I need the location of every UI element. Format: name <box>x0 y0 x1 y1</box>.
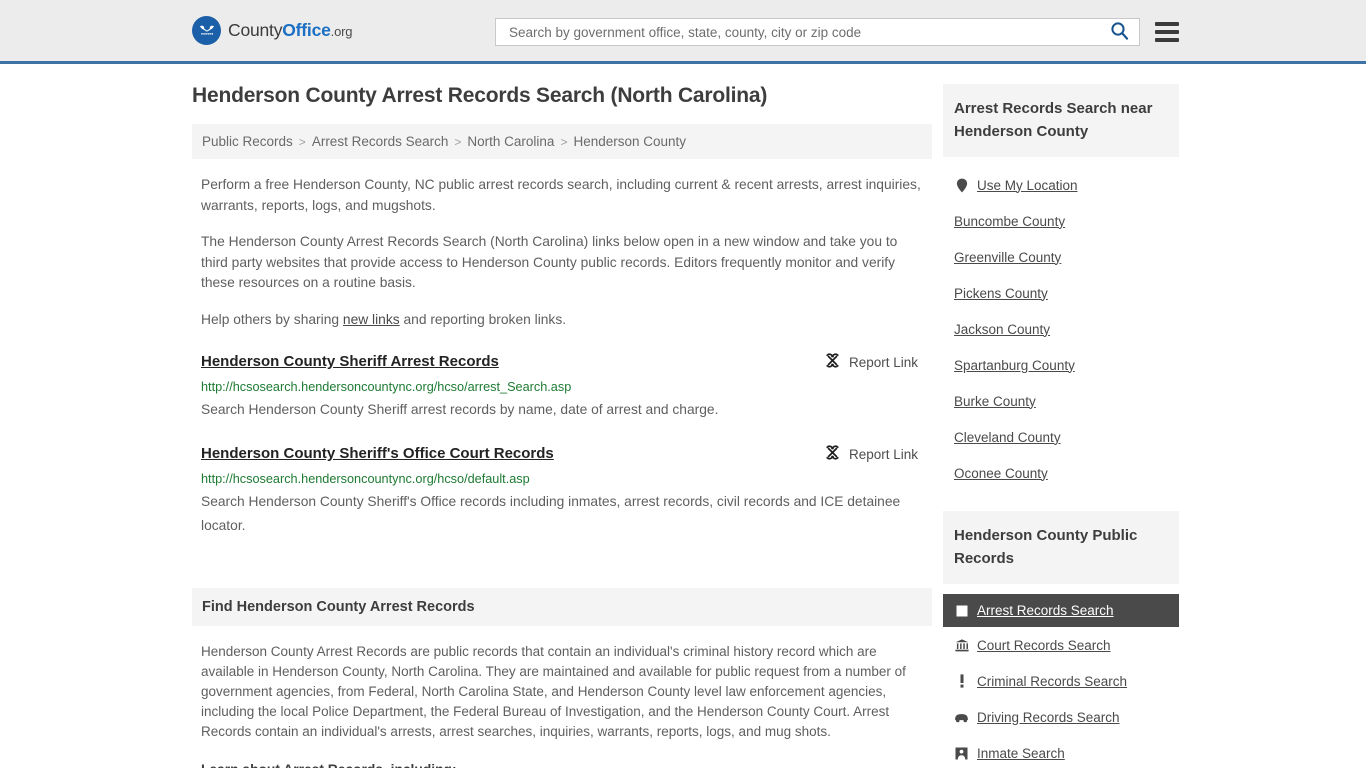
logo-wordmark: CountyOffice.org <box>228 20 352 41</box>
sidebar-link[interactable]: Criminal Records Search <box>977 674 1127 689</box>
hamburger-menu-icon[interactable] <box>1155 22 1179 42</box>
sidebar-link[interactable]: Burke County <box>954 394 1036 409</box>
result-title-link[interactable]: Henderson County Sheriff Arrest Records <box>201 352 499 371</box>
content-row: Henderson County Arrest Records Search (… <box>192 84 1366 768</box>
result-description: Search Henderson County Sheriff arrest r… <box>201 402 719 417</box>
sidebar-link[interactable]: Court Records Search <box>977 638 1111 653</box>
sidebar-link[interactable]: Jackson County <box>954 322 1050 337</box>
help-prefix: Help others by sharing <box>201 311 343 327</box>
sidebar-item-driving-records-search[interactable]: Driving Records Search <box>943 699 1179 735</box>
breadcrumb-separator: > <box>560 134 568 149</box>
result-url: http://hcsosearch.hendersoncountync.org/… <box>201 472 530 486</box>
sidebar-item-use-my-location[interactable]: Use My Location <box>943 167 1179 203</box>
sidebar-public-records-heading: Henderson County Public Records <box>943 511 1179 584</box>
sidebar-link[interactable]: Greenville County <box>954 250 1061 265</box>
breadcrumb-separator: > <box>454 134 462 149</box>
broken-link-icon <box>824 352 841 372</box>
search-box[interactable] <box>495 18 1140 46</box>
breadcrumb-item-public-records[interactable]: Public Records <box>202 134 293 149</box>
search-icon <box>1110 21 1129 43</box>
courthouse-icon <box>954 638 969 653</box>
sidebar-item-jackson-county[interactable]: Jackson County <box>943 311 1179 347</box>
breadcrumb-separator: > <box>298 134 306 149</box>
logo-text-office: Office <box>282 20 331 40</box>
sidebar-item-spartanburg-county[interactable]: Spartanburg County <box>943 347 1179 383</box>
sidebar-link[interactable]: Driving Records Search <box>977 710 1120 725</box>
sidebar-link[interactable]: Arrest Records Search <box>977 603 1114 618</box>
result-header: Henderson County Sheriff Arrest Records <box>201 352 924 372</box>
sidebar-public-records-list: Arrest Records Search Court Records Sear… <box>943 594 1179 768</box>
new-links-link[interactable]: new links <box>343 312 400 327</box>
help-paragraph: Help others by sharing new links and rep… <box>192 310 932 331</box>
sidebar-item-criminal-records-search[interactable]: Criminal Records Search <box>943 663 1179 699</box>
map-pin-icon <box>954 178 969 193</box>
search-area <box>495 18 1179 46</box>
result-url: http://hcsosearch.hendersoncountync.org/… <box>201 380 572 394</box>
sidebar-item-burke-county[interactable]: Burke County <box>943 383 1179 419</box>
find-records-heading: Find Henderson County Arrest Records <box>192 588 932 626</box>
sidebar-item-arrest-records-search[interactable]: Arrest Records Search <box>943 594 1179 627</box>
car-icon <box>954 710 969 725</box>
sidebar-item-oconee-county[interactable]: Oconee County <box>943 455 1179 491</box>
sidebar-item-cleveland-county[interactable]: Cleveland County <box>943 419 1179 455</box>
logo-text-org: .org <box>330 24 353 39</box>
hamburger-bar <box>1155 38 1179 42</box>
report-link-button[interactable]: Report Link <box>824 444 918 464</box>
sidebar-link[interactable]: Spartanburg County <box>954 358 1075 373</box>
sidebar-nearby-list: Use My Location Buncombe County Greenvil… <box>943 167 1179 491</box>
broken-link-icon <box>824 444 841 464</box>
search-input[interactable] <box>507 19 1108 45</box>
result-title-link[interactable]: Henderson County Sheriff's Office Court … <box>201 444 554 463</box>
logo-text-county: County <box>228 20 283 40</box>
sidebar-item-buncombe-county[interactable]: Buncombe County <box>943 203 1179 239</box>
find-records-subheading: Learn about Arrest Records, including: <box>201 760 922 768</box>
breadcrumb-item-arrest-records-search[interactable]: Arrest Records Search <box>312 134 449 149</box>
report-link-label: Report Link <box>848 446 918 462</box>
sidebar-link[interactable]: Cleveland County <box>954 430 1061 445</box>
page-body: Henderson County Arrest Records Search (… <box>0 84 1366 768</box>
square-icon <box>954 603 969 618</box>
sidebar-item-inmate-search[interactable]: Inmate Search <box>943 735 1179 768</box>
main-column: Henderson County Arrest Records Search (… <box>192 84 932 768</box>
result-item: Henderson County Sheriff Arrest Records <box>192 352 932 422</box>
help-suffix: and reporting broken links. <box>399 311 567 327</box>
sidebar-link[interactable]: Inmate Search <box>977 746 1065 761</box>
sidebar: Arrest Records Search near Henderson Cou… <box>943 84 1179 768</box>
find-records-paragraph: Henderson County Arrest Records are publ… <box>201 644 906 739</box>
breadcrumb-item-north-carolina[interactable]: North Carolina <box>467 134 554 149</box>
sidebar-link[interactable]: Oconee County <box>954 466 1048 481</box>
intro-paragraph-1: Perform a free Henderson County, NC publ… <box>201 177 921 213</box>
eagle-shield-icon <box>192 16 221 45</box>
breadcrumb: Public Records > Arrest Records Search >… <box>192 124 932 159</box>
exclamation-icon <box>954 674 969 689</box>
person-icon <box>954 746 969 761</box>
hamburger-bar <box>1155 30 1179 34</box>
result-description: Search Henderson County Sheriff's Office… <box>201 494 901 533</box>
site-logo[interactable]: CountyOffice.org <box>192 16 352 45</box>
sidebar-item-greenville-county[interactable]: Greenville County <box>943 239 1179 275</box>
sidebar-link[interactable]: Pickens County <box>954 286 1048 301</box>
hamburger-bar <box>1155 22 1179 26</box>
sidebar-nearby-heading: Arrest Records Search near Henderson Cou… <box>943 84 1179 157</box>
result-item: Henderson County Sheriff's Office Court … <box>192 444 932 538</box>
search-button[interactable] <box>1108 21 1131 43</box>
sidebar-item-pickens-county[interactable]: Pickens County <box>943 275 1179 311</box>
sidebar-item-court-records-search[interactable]: Court Records Search <box>943 627 1179 663</box>
site-header: CountyOffice.org <box>0 0 1366 64</box>
sidebar-link[interactable]: Use My Location <box>977 178 1078 193</box>
sidebar-link[interactable]: Buncombe County <box>954 214 1065 229</box>
page-title: Henderson County Arrest Records Search (… <box>192 84 768 107</box>
result-header: Henderson County Sheriff's Office Court … <box>201 444 924 464</box>
find-records-body: Henderson County Arrest Records are publ… <box>192 626 932 768</box>
intro-paragraph-2: The Henderson County Arrest Records Sear… <box>201 234 898 290</box>
report-link-button[interactable]: Report Link <box>824 352 918 372</box>
report-link-label: Report Link <box>848 354 918 370</box>
breadcrumb-item-henderson-county[interactable]: Henderson County <box>573 134 686 149</box>
